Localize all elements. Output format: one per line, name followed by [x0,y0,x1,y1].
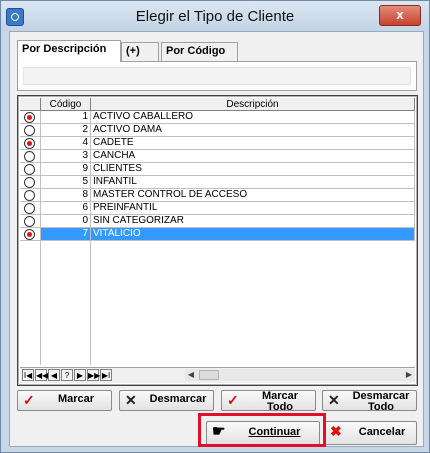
header-codigo[interactable]: Código [41,98,91,111]
code-cell: 0 [41,215,91,228]
select-cell[interactable] [20,111,41,124]
description-cell: CLIENTES [91,163,415,176]
description-cell: ACTIVO CABALLERO [91,111,415,124]
table-row[interactable]: 0 SIN CATEGORIZAR [20,215,415,228]
radio-icon[interactable] [24,125,35,136]
nav-button[interactable]: ◀ [48,369,60,381]
radio-icon[interactable] [24,112,35,123]
nav-button[interactable]: ◀◀ [35,369,48,381]
checkmark-icon: ✓ [23,392,35,408]
tab-por-descripcion[interactable]: Por Descripción [17,40,121,62]
client-type-grid[interactable]: Código Descripción 1 ACTIVO CABALLERO 2 ACT… [17,95,418,386]
scroll-left-icon[interactable]: ◀ [185,369,197,381]
description-cell: INFANTIL [91,176,415,189]
table-row[interactable]: 6 PREINFANTIL [20,202,415,215]
code-cell: 7 [41,228,91,241]
header-select [20,98,41,111]
description-cell: MASTER CONTROL DE ACCESO [91,189,415,202]
desmarcar-button[interactable]: ✕ Desmarcar [119,390,214,411]
select-cell[interactable] [20,215,41,228]
scroll-thumb[interactable] [199,370,219,380]
uncheck-all-icon: ✕ [328,392,340,408]
marcar-todo-button[interactable]: ✓ Marcar Todo [221,390,316,413]
code-cell: 6 [41,202,91,215]
code-cell: 2 [41,124,91,137]
search-field[interactable] [23,67,411,85]
tab-plus[interactable]: (+) [121,42,159,61]
code-cell: 5 [41,176,91,189]
marcar-label: Marcar [57,393,95,405]
table-row[interactable]: 3 CANCHA [20,150,415,163]
x-mark-icon: ✕ [125,392,137,408]
radio-icon[interactable] [24,164,35,175]
radio-icon[interactable] [24,190,35,201]
nav-button[interactable]: I◀ [22,369,34,381]
code-cell: 8 [41,189,91,202]
description-cell: ACTIVO DAMA [91,124,415,137]
select-cell[interactable] [20,150,41,163]
nav-button[interactable]: ▶▶ [87,369,100,381]
select-cell[interactable] [20,137,41,150]
close-button[interactable]: x [379,5,421,26]
radio-icon[interactable] [24,151,35,162]
code-cell: 9 [41,163,91,176]
dialog-body: Por Descripción (+) Por Código Código De… [9,31,424,447]
title-bar[interactable]: Elegir el Tipo de Cliente x [1,1,429,31]
horizontal-scrollbar[interactable]: ◀ ▶ [185,369,415,381]
table-row[interactable]: 9 CLIENTES [20,163,415,176]
select-cell[interactable] [20,176,41,189]
table-row[interactable]: 1 ACTIVO CABALLERO [20,111,415,124]
marcar-button[interactable]: ✓ Marcar [17,390,112,411]
cancelar-button[interactable]: ✖ Cancelar [324,421,417,445]
radio-icon[interactable] [24,203,35,214]
table-row[interactable]: 5 INFANTIL [20,176,415,189]
radio-icon[interactable] [24,229,35,240]
desmarcar-todo-button[interactable]: ✕ Desmarcar Todo [322,390,417,413]
window-title: Elegir el Tipo de Cliente [135,8,295,25]
radio-icon[interactable] [24,138,35,149]
description-cell: PREINFANTIL [91,202,415,215]
nav-button[interactable]: ? [61,369,73,381]
header-descripcion[interactable]: Descripción [91,98,415,111]
desmarcar-label: Desmarcar [149,393,207,405]
table-row[interactable]: 2 ACTIVO DAMA [20,124,415,137]
code-cell: 3 [41,150,91,163]
description-cell: CANCHA [91,150,415,163]
nav-button[interactable]: ▶I [100,369,112,381]
select-cell[interactable] [20,124,41,137]
desmarcar-todo-label: Desmarcar Todo [352,390,410,413]
cancelar-label: Cancelar [358,426,406,438]
nav-button[interactable]: ▶ [74,369,86,381]
radio-icon[interactable] [24,177,35,188]
tab-panel [17,61,417,91]
dialog-window: Elegir el Tipo de Cliente x Por Descripc… [0,0,430,453]
description-cell: VITALICIO [91,228,415,241]
table-row[interactable]: 4 CADETE [20,137,415,150]
grid-navigator: I◀ ◀◀ ◀? ▶ ▶▶ ▶I ◀ ▶ [20,367,415,383]
code-cell: 4 [41,137,91,150]
tab-por-codigo[interactable]: Por Código [161,42,238,61]
description-cell: CADETE [91,137,415,150]
radio-icon[interactable] [24,216,35,227]
select-cell[interactable] [20,163,41,176]
table-row[interactable]: 8 MASTER CONTROL DE ACCESO [20,189,415,202]
marcar-todo-label: Marcar Todo [261,390,299,413]
select-cell[interactable] [20,202,41,215]
code-cell: 1 [41,111,91,124]
table-row[interactable]: 7 VITALICIO [20,228,415,241]
highlight-box [198,413,326,447]
cancel-x-icon: ✖ [330,423,342,439]
check-all-icon: ✓ [227,392,239,408]
description-cell: SIN CATEGORIZAR [91,215,415,228]
select-cell[interactable] [20,189,41,202]
select-cell[interactable] [20,228,41,241]
scroll-right-icon[interactable]: ▶ [403,369,415,381]
